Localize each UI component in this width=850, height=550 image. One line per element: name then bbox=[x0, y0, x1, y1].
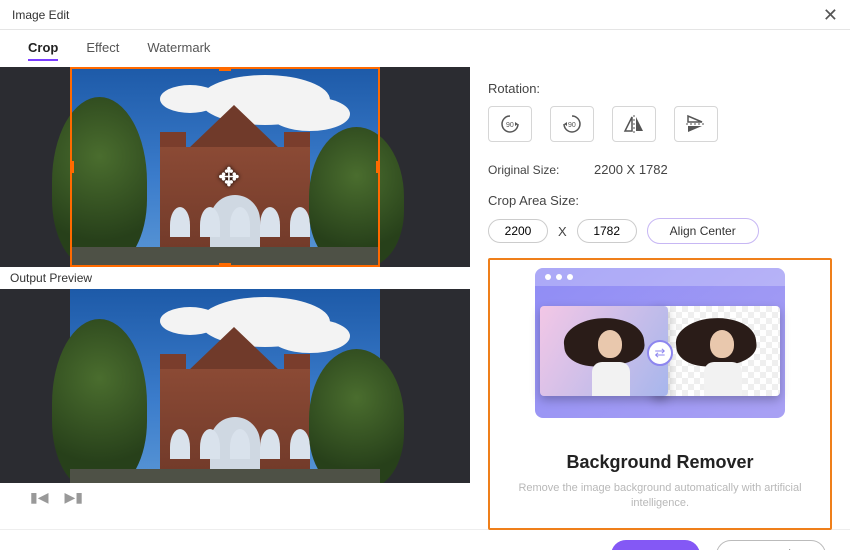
rotate-left-button[interactable]: 90 bbox=[550, 106, 594, 142]
next-icon[interactable]: ▶▮ bbox=[64, 489, 82, 506]
rotate-right-button[interactable]: 90 bbox=[488, 106, 532, 142]
ok-button[interactable]: OK bbox=[611, 540, 700, 550]
align-center-button[interactable]: Align Center bbox=[647, 218, 759, 244]
crop-width-input[interactable] bbox=[488, 219, 548, 243]
tab-watermark[interactable]: Watermark bbox=[147, 40, 210, 61]
crop-height-input[interactable] bbox=[577, 219, 637, 243]
rotation-label: Rotation: bbox=[488, 81, 832, 96]
background-remover-promo[interactable]: ⇄ Background Remover Remove the image ba… bbox=[488, 258, 832, 530]
promo-illustration: ⇄ bbox=[535, 268, 785, 418]
crop-preview[interactable]: ✥ bbox=[0, 67, 470, 267]
controls-panel: Rotation: 90 90 Original Size: 2200 X 17… bbox=[470, 67, 850, 529]
output-preview bbox=[0, 289, 470, 483]
tab-crop[interactable]: Crop bbox=[28, 40, 58, 61]
swap-icon: ⇄ bbox=[647, 340, 673, 366]
original-size-row: Original Size: 2200 X 1782 bbox=[488, 162, 832, 177]
crop-handle-bottom[interactable] bbox=[219, 263, 231, 267]
window-title: Image Edit bbox=[12, 8, 69, 22]
move-icon[interactable]: ✥ bbox=[218, 162, 240, 193]
original-size-value: 2200 X 1782 bbox=[594, 162, 668, 177]
promo-title: Background Remover bbox=[566, 452, 753, 473]
title-bar: Image Edit ✕ bbox=[0, 0, 850, 30]
svg-text:90: 90 bbox=[506, 122, 514, 129]
original-size-label: Original Size: bbox=[488, 163, 578, 177]
prev-icon[interactable]: ▮◀ bbox=[30, 489, 48, 506]
rotation-buttons: 90 90 bbox=[488, 106, 832, 142]
preview-nav: ▮◀ ▶▮ bbox=[0, 483, 470, 511]
cancel-button[interactable]: Cancel bbox=[716, 540, 826, 550]
flip-horizontal-button[interactable] bbox=[612, 106, 656, 142]
crop-handle-right[interactable] bbox=[376, 161, 380, 173]
svg-text:90: 90 bbox=[568, 122, 576, 129]
output-preview-label: Output Preview bbox=[0, 267, 470, 289]
flip-vertical-icon bbox=[684, 113, 708, 135]
rotate-left-icon: 90 bbox=[560, 113, 584, 135]
tab-bar: Crop Effect Watermark bbox=[0, 30, 850, 67]
promo-subtitle: Remove the image background automaticall… bbox=[500, 481, 820, 512]
crop-size-row: X Align Center bbox=[488, 218, 832, 244]
flip-horizontal-icon bbox=[622, 113, 646, 135]
flip-vertical-button[interactable] bbox=[674, 106, 718, 142]
crop-area-size-label: Crop Area Size: bbox=[488, 193, 832, 208]
crop-handle-left[interactable] bbox=[70, 161, 74, 173]
crop-handle-top[interactable] bbox=[219, 67, 231, 71]
dialog-footer: OK Cancel bbox=[0, 529, 850, 550]
crop-size-separator: X bbox=[558, 224, 567, 239]
output-image bbox=[70, 289, 380, 483]
preview-panel: ✥ Output Preview ▮◀ ▶▮ bbox=[0, 67, 470, 529]
tab-effect[interactable]: Effect bbox=[86, 40, 119, 61]
close-icon[interactable]: ✕ bbox=[823, 6, 838, 24]
main-body: ✥ Output Preview ▮◀ ▶▮ Rotation: bbox=[0, 67, 850, 529]
rotate-right-icon: 90 bbox=[498, 113, 522, 135]
